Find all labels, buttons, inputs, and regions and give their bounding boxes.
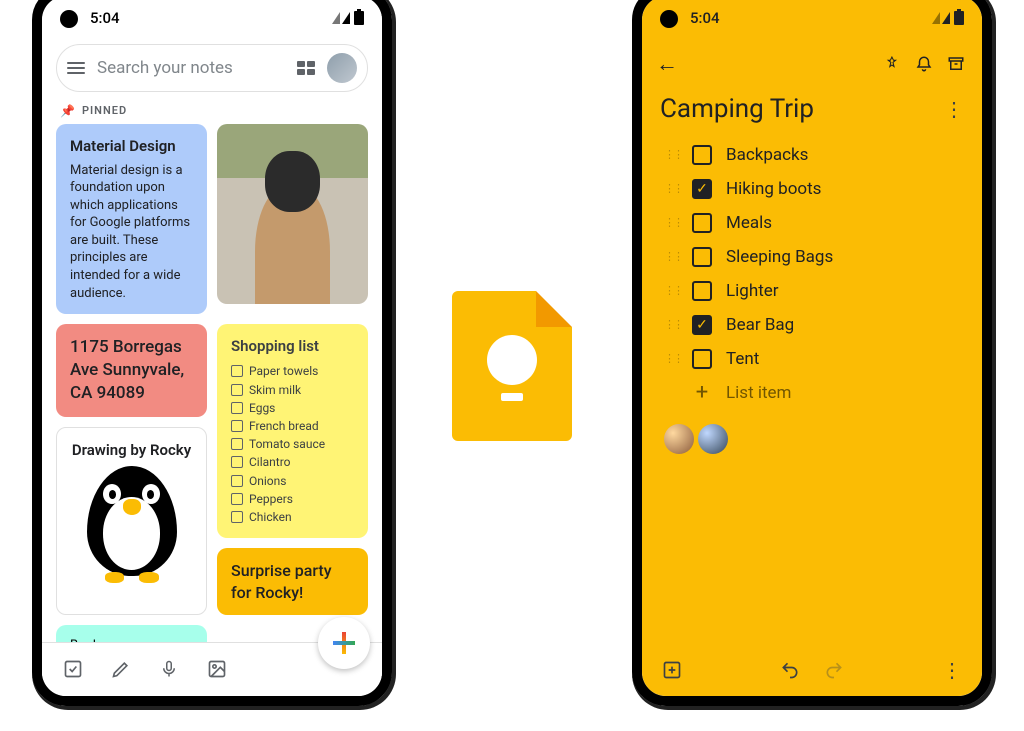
checkbox[interactable]: [692, 247, 712, 267]
checklist-item[interactable]: ⋮⋮ Sleeping Bags: [654, 240, 970, 274]
checklist-item-label: Backpacks: [726, 145, 808, 165]
status-time: 5:04: [690, 9, 720, 27]
new-note-fab[interactable]: [318, 617, 370, 669]
note-card-shopping-list[interactable]: Shopping list Paper towels Skim milk Egg…: [217, 324, 368, 538]
note-card-surprise[interactable]: Surprise party for Rocky!: [217, 548, 368, 615]
overflow-icon[interactable]: ⋮: [940, 658, 964, 682]
archive-icon[interactable]: [944, 52, 968, 76]
new-audio-icon[interactable]: [158, 658, 180, 680]
checkbox[interactable]: [692, 145, 712, 165]
drag-handle-icon[interactable]: ⋮⋮: [664, 318, 678, 331]
status-bar: 5:04: [642, 0, 982, 40]
account-avatar[interactable]: [327, 53, 357, 83]
redo-icon[interactable]: [822, 658, 846, 682]
note-toolbar: ←: [642, 40, 982, 88]
keep-app-icon: [452, 291, 572, 441]
note-bottom-toolbar: ⋮: [642, 644, 982, 696]
drag-handle-icon[interactable]: ⋮⋮: [664, 182, 678, 195]
checklist-item[interactable]: ⋮⋮ Tent: [654, 342, 970, 376]
checkbox[interactable]: [692, 281, 712, 301]
pinned-section-label: 📌 PINNED: [42, 104, 382, 124]
bottom-toolbar: [42, 642, 382, 696]
note-card-drawing[interactable]: Drawing by Rocky: [56, 427, 207, 615]
checklist-item-label: Bear Bag: [726, 315, 794, 335]
checklist-item[interactable]: ⋮⋮ Meals: [654, 206, 970, 240]
drag-handle-icon[interactable]: ⋮⋮: [664, 250, 678, 263]
dog-photo: [217, 124, 368, 304]
note-card-books[interactable]: Books: [56, 625, 207, 641]
lightbulb-icon: [487, 335, 537, 385]
add-box-icon[interactable]: [660, 658, 684, 682]
checklist-item-label: Hiking boots: [726, 179, 821, 199]
note-title[interactable]: Camping Trip ⋮: [642, 88, 982, 138]
status-time: 5:04: [90, 9, 120, 27]
checklist-item[interactable]: ⋮⋮ Backpacks: [654, 138, 970, 172]
note-card-address[interactable]: 1175 Borregas Ave Sunnyvale, CA 94089: [56, 324, 207, 417]
collaborators[interactable]: [642, 410, 982, 468]
checklist-item[interactable]: ⋮⋮ ✓ Bear Bag: [654, 308, 970, 342]
status-signal-icons: [332, 11, 364, 25]
reminder-icon[interactable]: [912, 52, 936, 76]
view-toggle-icon[interactable]: [297, 61, 315, 75]
note-card-material-design[interactable]: Material Design Material design is a fou…: [56, 124, 207, 315]
checkbox[interactable]: ✓: [692, 179, 712, 199]
phone-notes-grid: 5:04 Search your notes 📌 PINNED Material…: [32, 0, 392, 706]
penguin-drawing: [87, 466, 177, 576]
checkbox[interactable]: [692, 349, 712, 369]
search-placeholder: Search your notes: [97, 58, 285, 78]
checklist-item[interactable]: ⋮⋮ ✓ Hiking boots: [654, 172, 970, 206]
menu-icon[interactable]: [67, 62, 85, 74]
back-icon[interactable]: ←: [656, 51, 678, 77]
checkbox[interactable]: [692, 213, 712, 233]
checkbox[interactable]: ✓: [692, 315, 712, 335]
shopping-checklist: Paper towels Skim milk Eggs French bread…: [231, 362, 354, 526]
new-image-icon[interactable]: [206, 658, 228, 680]
collaborator-avatar[interactable]: [664, 424, 694, 454]
checklist-item-label: Tent: [726, 349, 759, 369]
checklist-item-label: Meals: [726, 213, 772, 233]
status-bar: 5:04: [42, 0, 382, 40]
more-icon[interactable]: ⋮: [944, 97, 964, 121]
search-bar[interactable]: Search your notes: [56, 44, 368, 92]
plus-icon: [333, 632, 355, 654]
pin-icon: 📌: [60, 104, 76, 118]
add-list-item[interactable]: +List item: [654, 376, 970, 410]
drag-handle-icon[interactable]: ⋮⋮: [664, 284, 678, 297]
new-list-icon[interactable]: [62, 658, 84, 680]
undo-icon[interactable]: [778, 658, 802, 682]
drag-handle-icon[interactable]: ⋮⋮: [664, 148, 678, 161]
status-signal-icons: [932, 11, 964, 25]
checklist-item-label: Sleeping Bags: [726, 247, 833, 267]
camera-cutout: [660, 10, 678, 28]
pin-icon[interactable]: [880, 52, 904, 76]
drag-handle-icon[interactable]: ⋮⋮: [664, 216, 678, 229]
checklist-item-label: Lighter: [726, 281, 779, 301]
plus-icon: +: [692, 383, 712, 403]
checklist-item[interactable]: ⋮⋮ Lighter: [654, 274, 970, 308]
note-card-dog-image[interactable]: [217, 124, 368, 304]
collaborator-avatar[interactable]: [698, 424, 728, 454]
drag-handle-icon[interactable]: ⋮⋮: [664, 352, 678, 365]
new-drawing-icon[interactable]: [110, 658, 132, 680]
phone-note-detail: 5:04 ← Camping Trip ⋮ ⋮⋮Ba: [632, 0, 992, 706]
camera-cutout: [60, 10, 78, 28]
